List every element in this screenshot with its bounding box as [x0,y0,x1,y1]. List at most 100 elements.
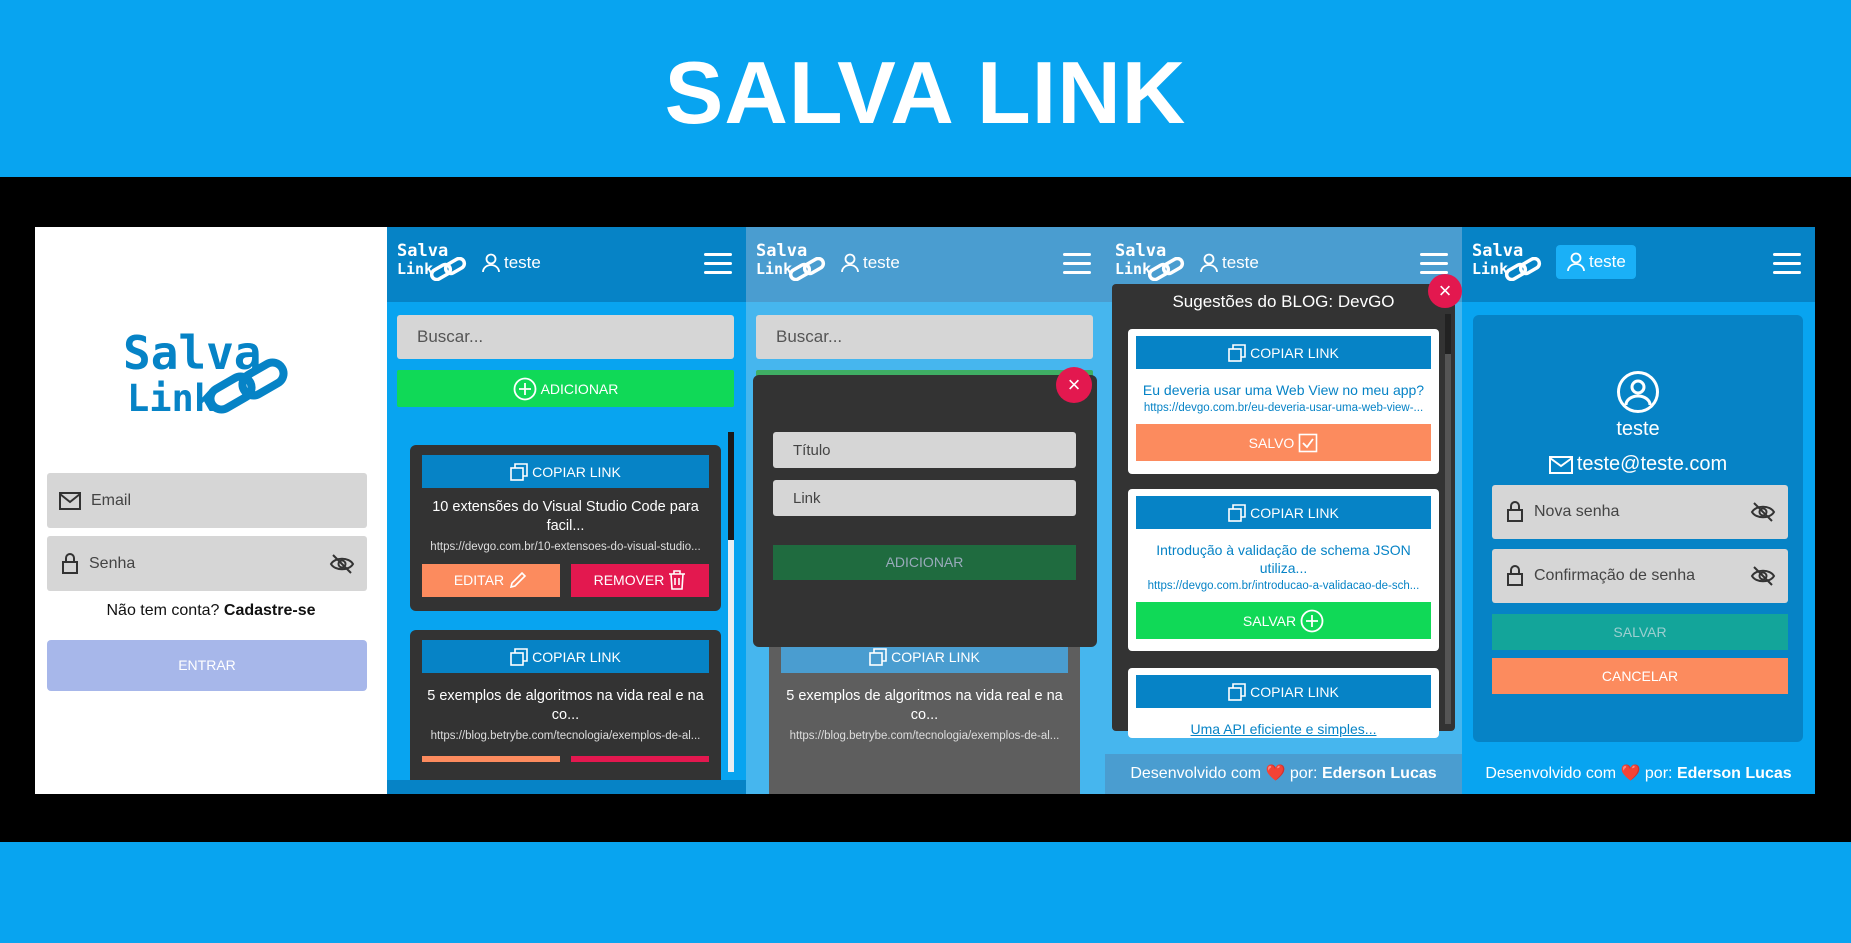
suggestion-title[interactable]: Eu deveria usar uma Web View no meu app? [1136,381,1431,399]
chain-link-icon [1504,257,1542,281]
eye-off-icon[interactable] [1750,501,1776,523]
eye-off-icon[interactable] [1750,565,1776,587]
hero-banner: SALVA LINK [0,0,1851,177]
add-link-button[interactable]: ADICIONAR [397,370,734,407]
copy-icon [510,647,528,666]
search-input[interactable]: Buscar... [397,315,734,359]
copy-icon [1228,343,1246,362]
suggestions-modal: Sugestões do BLOG: DevGO COPIAR LINK Eu … [1112,284,1455,738]
chain-link-icon [1147,257,1185,281]
modal-add-button[interactable]: ADICIONAR [773,545,1076,580]
close-icon[interactable]: × [1428,274,1462,308]
edit-label: EDITAR [453,572,505,589]
edit-button[interactable] [422,755,560,762]
copy-link-button[interactable]: COPIAR LINK [1136,496,1431,529]
remove-button[interactable]: REMOVER [571,563,709,597]
suggestion-url[interactable]: https://devgo.com.br/introducao-a-valida… [1136,580,1431,592]
suggestion-title[interactable]: Introdução à validação de schema JSON ut… [1136,541,1431,577]
bottom-band [0,842,1851,943]
link-url: https://blog.betrybe.com/tecnologia/exem… [789,729,1060,742]
hamburger-menu-icon[interactable] [1063,253,1091,275]
cancel-button[interactable]: CANCELAR [1492,658,1788,694]
new-password-field[interactable]: Nova senha [1492,485,1788,539]
link-card: COPIAR LINK 5 exemplos de algoritmos na … [410,630,721,794]
email-placeholder: Email [91,491,132,509]
hero-title: SALVA LINK [664,43,1187,142]
edit-button[interactable]: EDITAR [422,563,560,597]
top-bar: Salva Link teste [746,227,1105,302]
credit-author: Ederson Lucas [1676,765,1792,782]
title-placeholder: Título [793,441,831,459]
suggestion-card: COPIAR LINK Uma API eficiente e simples.… [1128,668,1439,738]
link-card: COPIAR LINK 10 extensões do Visual Studi… [410,445,721,611]
search-input[interactable]: Buscar... [756,315,1093,359]
list-scrollbar-thumb[interactable] [728,432,734,540]
close-icon[interactable]: × [1056,367,1092,403]
user-profile-link-active[interactable]: teste [1556,245,1636,279]
suggestion-title[interactable]: Uma API eficiente e simples... [1136,720,1431,738]
card-actions: EDITAR REMOVER [422,563,709,597]
login-screen: Salva Link Email Senha Não tem conta? Ca… [35,227,387,794]
hamburger-menu-icon[interactable] [704,253,732,275]
copy-icon [510,462,528,481]
heart-icon: ❤️ [1620,765,1641,782]
copy-link-button[interactable]: COPIAR LINK [422,455,709,488]
suggestion-card: COPIAR LINK Introdução à validação de sc… [1128,489,1439,651]
remove-button[interactable] [571,755,709,762]
signup-link[interactable]: Cadastre-se [224,602,316,619]
top-bar: Salva Link teste [387,227,746,302]
copy-link-button[interactable]: COPIAR LINK [422,640,709,673]
user-profile-link[interactable]: teste [1199,253,1259,273]
username: teste [863,253,900,272]
hamburger-menu-icon[interactable] [1773,253,1801,275]
lock-icon [62,552,78,574]
plus-circle-icon [513,377,536,400]
link-field[interactable]: Link [773,480,1076,516]
copy-label: COPIAR LINK [1250,344,1339,361]
envelope-icon [1548,455,1573,474]
save-label: SALVAR [1242,612,1297,629]
copy-link-button[interactable]: COPIAR LINK [1136,336,1431,369]
save-button[interactable]: SALVAR [1136,602,1431,640]
copy-icon [1228,503,1246,522]
save-password-button[interactable]: SALVAR [1492,614,1788,650]
developer-credit: Desenvolvido com ❤️ por: Ederson Lucas [1105,754,1462,794]
chain-link-icon [429,257,467,281]
pencil-icon [510,571,527,589]
heart-icon: ❤️ [1265,765,1286,782]
top-bar: Salva Link teste [1462,227,1815,302]
link-title: 5 exemplos de algoritmos na vida real e … [786,688,1063,723]
eye-off-icon[interactable] [329,553,355,575]
hamburger-menu-icon[interactable] [1420,253,1448,275]
email-field[interactable]: Email [47,473,367,528]
title-field[interactable]: Título [773,432,1076,468]
user-profile-link[interactable]: teste [840,253,900,273]
username: teste [1589,252,1626,271]
plus-circle-icon [1300,609,1324,633]
link-title: 10 extensões do Visual Studio Code para … [432,499,699,534]
suggestions-scrollbar[interactable] [1445,314,1451,724]
copy-label: COPIAR LINK [532,463,621,480]
user-icon [1567,252,1585,272]
new-password-placeholder: Nova senha [1534,503,1620,520]
password-field[interactable]: Senha [47,536,367,591]
envelope-icon [59,491,81,510]
confirm-password-field[interactable]: Confirmação de senha [1492,549,1788,603]
user-profile-link[interactable]: teste [481,253,541,273]
credit-author: Ederson Lucas [1321,765,1437,782]
link-url: https://blog.betrybe.com/tecnologia/exem… [430,729,701,742]
profile-email-row: teste@teste.com [1473,453,1803,476]
suggestions-scrollbar-thumb[interactable] [1445,314,1451,354]
suggestions-heading: Sugestões do BLOG: DevGO [1172,292,1395,311]
remove-label: REMOVER [593,572,665,589]
saved-button[interactable]: SALVO [1136,424,1431,462]
enter-button[interactable]: ENTRAR [47,640,367,691]
lock-icon [1507,565,1523,586]
copy-label: COPIAR LINK [891,648,980,665]
user-icon [841,253,859,273]
suggestion-url[interactable]: https://devgo.com.br/eu-deveria-usar-uma… [1136,402,1431,414]
list-bottom-strip [387,780,746,794]
copy-link-button[interactable]: COPIAR LINK [1136,675,1431,708]
user-icon [482,253,500,273]
developer-credit: Desenvolvido com ❤️ por: Ederson Lucas [1462,754,1815,794]
